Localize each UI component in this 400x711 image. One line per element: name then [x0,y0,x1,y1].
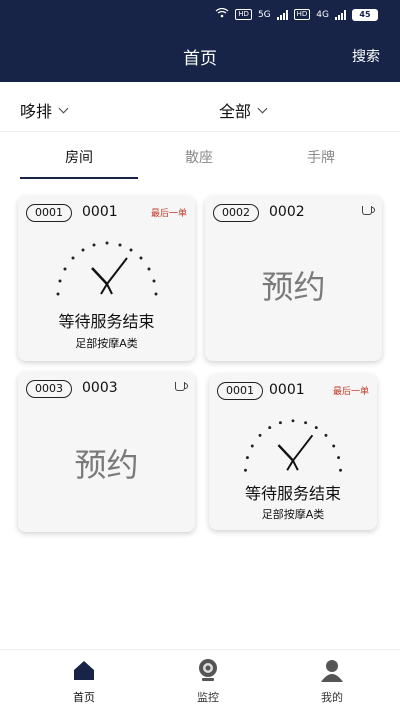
nav-monitor-label: 监控 [197,691,219,704]
nav-monitor[interactable]: 监控 [168,658,248,705]
room-card[interactable]: 0003 0003 预约 [18,372,195,532]
chevron-down-icon [257,103,268,113]
room-card[interactable]: 0001 0001 最后一单 等待服务结束 足部按摩A类 [18,196,195,361]
store-filter-dropdown[interactable]: 哆排 [20,98,69,122]
tab-rooms[interactable]: 房间 [19,147,139,167]
nav-home-label: 首页 [73,691,95,704]
service-status: 等待服务结束 [58,312,155,331]
status-bar: HD 5G HD 4G 45 [215,7,378,21]
hd-badge-2: HD [293,9,311,20]
tab-wristband[interactable]: 手牌 [261,147,381,167]
service-name: 足部按摩A类 [261,508,325,521]
room-code-pill: 0002 [213,204,259,222]
room-card[interactable]: 0002 0002 预约 [205,196,382,361]
service-name: 足部按摩A类 [75,337,138,350]
room-number: 0003 [82,380,118,396]
nav-profile-label: 我的 [321,691,343,704]
nav-profile[interactable]: 我的 [292,658,372,705]
last-order-tag: 最后一单 [150,209,187,219]
home-icon [74,661,94,680]
room-code-pill: 0001 [26,204,72,222]
store-filter-label: 哆排 [20,102,53,121]
reserve-status: 预约 [261,268,326,306]
camera-icon [199,659,217,681]
hd-badge: HD [235,9,252,20]
room-number: 0001 [82,204,118,220]
app-header: HD 5G HD 4G 45 首页 搜索 [0,0,400,82]
battery-icon: 45 [352,8,378,21]
bottom-nav: 首页 监控 我的 [0,649,400,711]
category-tabs: 房间 散座 手牌 [0,133,400,181]
cup-icon [175,382,188,391]
service-status: 等待服务结束 [244,484,341,503]
signal-icon-2 [335,9,346,20]
clock-dial-icon [244,419,342,472]
network-label-2: 4G [316,9,329,20]
status-filter-label: 全部 [219,102,252,121]
tab-seats[interactable]: 散座 [139,147,259,167]
room-code-pill: 0001 [217,382,263,400]
active-tab-indicator [20,177,138,179]
network-label: 5G [257,9,271,20]
room-card[interactable]: 0001 0001 最后一单 等待服务结束 足部按摩A类 [209,374,377,530]
clock-dial-icon [56,241,158,296]
status-filter-dropdown[interactable]: 全部 [219,98,268,122]
reserve-status: 预约 [74,446,139,484]
room-number: 0002 [269,204,305,220]
wifi-icon [215,7,229,21]
room-number: 0001 [269,382,305,398]
user-icon [321,660,343,682]
search-button[interactable]: 搜索 [352,46,380,66]
signal-icon [276,9,288,20]
filter-bar: 哆排 全部 [0,82,400,132]
last-order-tag: 最后一单 [332,387,369,397]
cup-icon [362,206,375,215]
room-code-pill: 0003 [26,380,72,398]
nav-home[interactable]: 首页 [44,658,124,705]
chevron-down-icon [58,103,69,113]
page-title: 首页 [183,49,217,69]
